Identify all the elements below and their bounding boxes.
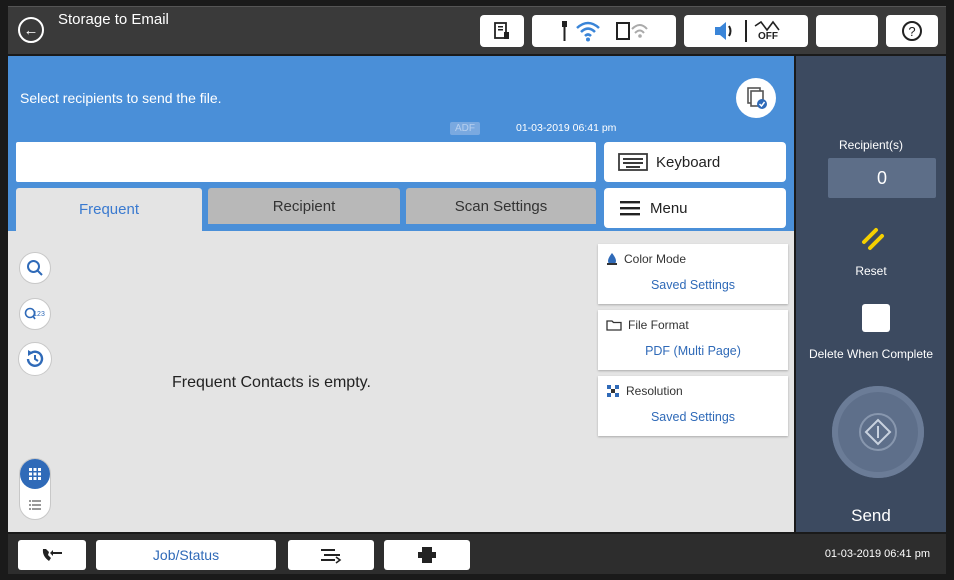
screen-title: Storage to Email: [58, 11, 169, 28]
search-icon: [27, 260, 43, 276]
keyboard-button[interactable]: Keyboard: [604, 142, 786, 182]
history-button[interactable]: [18, 342, 52, 376]
folder-icon: [606, 319, 622, 331]
phone-incoming-icon: [42, 549, 62, 561]
recipient-search-input[interactable]: [16, 142, 596, 182]
resolution-card[interactable]: Resolution Saved Settings: [598, 376, 788, 436]
color-mode-icon: [606, 252, 618, 266]
job-status-button[interactable]: Job/Status: [96, 540, 276, 570]
instruction-text: Select recipients to send the file.: [20, 90, 222, 106]
footer-datetime: 01-03-2019 06:41 pm: [824, 548, 930, 560]
main-panel: Select recipients to send the file. ADF …: [8, 56, 794, 532]
reset-icon[interactable]: [856, 224, 892, 260]
list-view-icon: [29, 500, 41, 510]
search-by-number-button[interactable]: 123: [19, 298, 51, 330]
menu-label: Menu: [650, 199, 688, 217]
wifi-icon: [576, 21, 600, 42]
wifi-direct-icon: [616, 22, 648, 40]
menu-button[interactable]: Menu: [604, 188, 786, 228]
tab-frequent[interactable]: Frequent: [16, 188, 202, 231]
help-button[interactable]: ?: [886, 15, 938, 47]
tab-scan-settings[interactable]: Scan Settings: [406, 188, 596, 224]
reset-label[interactable]: Reset: [796, 264, 946, 278]
stop-copy-button[interactable]: [288, 540, 374, 570]
network-off-label: OFF: [758, 31, 778, 42]
divider: [745, 20, 747, 42]
printer-queue-button[interactable]: [384, 540, 470, 570]
printer-status-icon: [494, 22, 509, 39]
send-label: Send: [851, 506, 891, 525]
right-panel: Recipient(s) 0 Reset Delete When Complet…: [796, 56, 946, 532]
resolution-label: Resolution: [626, 384, 683, 398]
printer-status-button[interactable]: [480, 15, 524, 47]
delete-when-complete-checkbox[interactable]: [862, 304, 890, 332]
svg-text:?: ?: [908, 24, 915, 39]
empty-contacts-message: Frequent Contacts is empty.: [172, 374, 371, 391]
list-view-button[interactable]: [20, 491, 50, 519]
svg-text:123: 123: [33, 311, 45, 318]
recipients-count: 0: [828, 158, 936, 198]
grid-view-icon: [29, 468, 41, 480]
file-format-card[interactable]: File Format PDF (Multi Page): [598, 310, 788, 370]
header-area: Select recipients to send the file. ADF …: [8, 56, 794, 231]
network-status-button[interactable]: [532, 15, 676, 47]
color-mode-value: Saved Settings: [650, 278, 736, 292]
back-button[interactable]: ←: [18, 17, 44, 43]
adf-badge: ADF: [450, 122, 480, 135]
delete-when-complete-label: Delete When Complete: [808, 347, 934, 361]
bottom-bar: Job/Status 01-03-2019 06:41 pm: [8, 534, 946, 574]
document-stack-icon: [747, 87, 767, 109]
job-queue-icon: [321, 549, 342, 564]
send-diamond-icon: [859, 413, 897, 451]
printer-icon: [418, 547, 436, 563]
network-off-icon: OFF: [753, 20, 783, 42]
sleep-button[interactable]: [816, 15, 878, 47]
view-toggle: [19, 458, 51, 520]
grid-view-button[interactable]: [20, 459, 50, 489]
search-button[interactable]: [19, 252, 51, 284]
resolution-icon: [606, 384, 620, 398]
resolution-value: Saved Settings: [650, 410, 736, 424]
tab-recipient[interactable]: Recipient: [208, 188, 400, 224]
top-bar: ← Storage to Email OFF ?: [8, 6, 946, 54]
color-mode-label: Color Mode: [624, 252, 687, 266]
wired-connection-icon: [562, 21, 567, 41]
file-format-value: PDF (Multi Page): [645, 344, 741, 358]
hamburger-icon: [618, 199, 642, 217]
fax-recent-button[interactable]: [18, 540, 86, 570]
sleep-icon: [842, 23, 850, 39]
file-format-label: File Format: [628, 318, 689, 332]
sound-network-button[interactable]: OFF: [684, 15, 808, 47]
recipients-label: Recipient(s): [838, 138, 904, 152]
send-button[interactable]: [832, 386, 924, 478]
number-search-icon: 123: [24, 307, 45, 320]
help-icon: ?: [902, 21, 922, 41]
sound-icon: [715, 22, 732, 40]
header-datetime: 01-03-2019 06:41 pm: [516, 122, 617, 134]
keyboard-icon: [618, 153, 648, 171]
back-arrow-icon: ←: [23, 21, 39, 39]
history-icon: [26, 350, 44, 367]
color-mode-card[interactable]: Color Mode Saved Settings: [598, 244, 788, 304]
document-info-button[interactable]: [736, 78, 776, 118]
keyboard-label: Keyboard: [656, 153, 721, 171]
